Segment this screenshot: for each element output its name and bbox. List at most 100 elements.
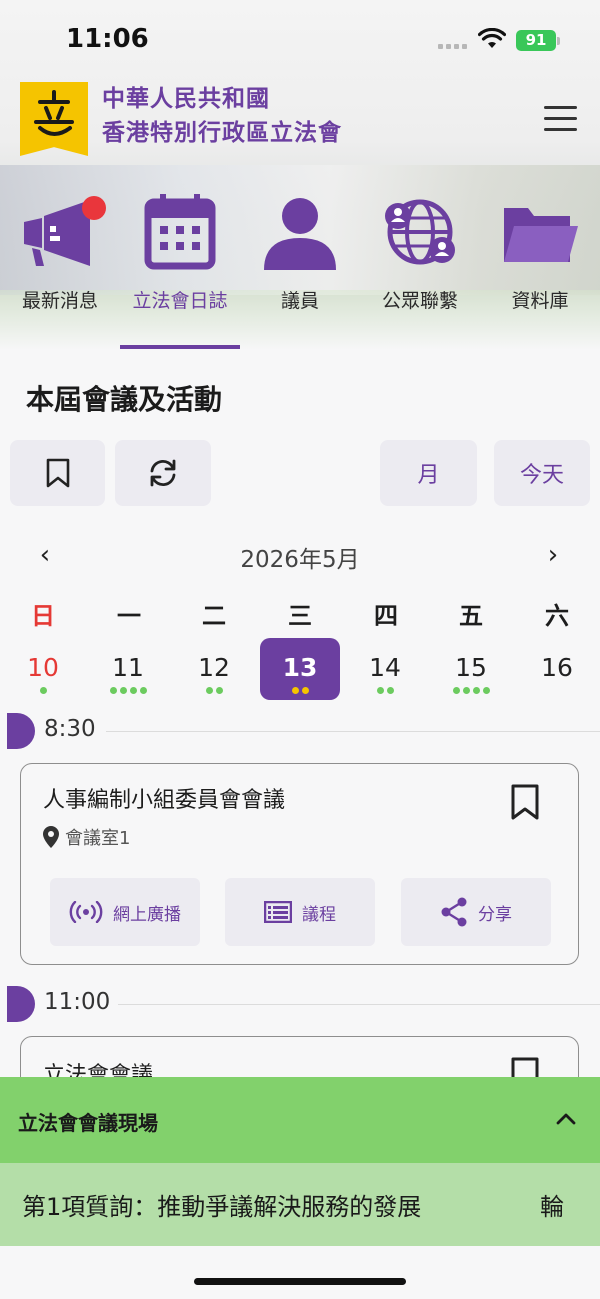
org-title-line1: 中華人民共和國 xyxy=(102,86,270,112)
weekday-sat: 六 xyxy=(545,602,569,630)
share-icon xyxy=(441,897,467,927)
broadcast-button[interactable]: 網上廣播 xyxy=(50,878,200,946)
nav-label-diary: 立法會日誌 xyxy=(132,290,228,312)
month-view-button[interactable]: 月 xyxy=(380,440,477,506)
agenda-button[interactable]: 議程 xyxy=(225,878,375,946)
today-button[interactable]: 今天 xyxy=(494,440,590,506)
broadcast-label: 網上廣播 xyxy=(113,904,181,925)
bookmark-icon[interactable] xyxy=(510,784,540,820)
org-title: 中華人民共和國 香港特別行政區立法會 xyxy=(102,82,342,150)
battery-tip xyxy=(557,37,560,45)
chevron-up-icon[interactable] xyxy=(552,1105,580,1133)
calendar-day[interactable]: 16 xyxy=(517,638,597,700)
ticker-next-text: 輪 xyxy=(540,1193,564,1221)
refresh-button[interactable] xyxy=(115,440,211,506)
status-time: 11:06 xyxy=(66,24,149,54)
event-card[interactable]: 人事編制小組委員會會議 會議室1 網上廣播 議程 分享 xyxy=(20,763,579,965)
nav-item-public[interactable]: 公眾聯繫 xyxy=(360,190,480,350)
event-venue: 會議室1 xyxy=(43,824,130,850)
share-button[interactable]: 分享 xyxy=(401,878,551,946)
calendar-day-number: 15 xyxy=(455,653,487,682)
weekday-sun: 日 xyxy=(31,602,55,630)
bookmark-icon xyxy=(46,458,69,488)
event-dot xyxy=(215,687,223,694)
event-dot xyxy=(291,687,299,694)
event-dots xyxy=(88,687,168,694)
home-indicator[interactable] xyxy=(194,1278,406,1285)
nav-label-news: 最新消息 xyxy=(21,290,98,312)
event-dot xyxy=(301,687,309,694)
event-dots xyxy=(174,687,254,694)
notification-dot xyxy=(82,196,106,220)
event-title: 人事編制小組委員會會議 xyxy=(43,788,286,813)
active-tab-indicator xyxy=(120,345,240,349)
list-icon xyxy=(264,901,292,923)
wifi-icon xyxy=(478,28,506,48)
weekday-mon: 一 xyxy=(117,602,141,630)
event-dot xyxy=(376,687,384,694)
hamburger-menu-icon[interactable] xyxy=(544,106,580,132)
app-header: 中華人民共和國 香港特別行政區立法會 xyxy=(0,80,600,160)
event-venue-text: 會議室1 xyxy=(65,828,131,849)
calendar-day[interactable]: 14 xyxy=(345,638,425,700)
status-bar: 11:06 91 xyxy=(0,0,600,80)
page-title: 本屆會議及活動 xyxy=(26,383,223,416)
weekday-wed: 三 xyxy=(288,602,312,630)
timeline-marker xyxy=(7,986,35,1022)
legco-logo xyxy=(20,82,88,156)
globe-people-icon xyxy=(385,199,455,265)
calendar-day[interactable]: 10 xyxy=(3,638,83,700)
live-meeting-bar[interactable]: 立法會會議現場 xyxy=(0,1077,600,1163)
nav-item-diary[interactable]: 立法會日誌 xyxy=(120,190,240,350)
event-dot xyxy=(386,687,394,694)
agenda-label: 議程 xyxy=(302,904,336,925)
event-dot xyxy=(39,687,47,694)
month-label: 2026年5月 xyxy=(240,547,360,573)
calendar-day-number: 14 xyxy=(369,653,401,682)
cellular-signal-icon xyxy=(438,44,467,49)
person-icon xyxy=(264,198,336,270)
calendar-day-number: 16 xyxy=(541,653,573,682)
nav-item-library[interactable]: 資料庫 xyxy=(480,190,600,350)
calendar-day[interactable]: 11 xyxy=(88,638,168,700)
nav-label-library: 資料庫 xyxy=(511,290,569,312)
refresh-icon xyxy=(150,459,176,487)
calendar-icon xyxy=(144,194,216,270)
event-dots xyxy=(3,687,83,694)
battery-level: 91 xyxy=(525,31,547,49)
nav-item-members[interactable]: 議員 xyxy=(240,190,360,350)
main-nav: 最新消息 立法會日誌 議員 公眾聯繫 資料庫 xyxy=(0,190,600,350)
calendar-day[interactable]: 12 xyxy=(174,638,254,700)
nav-item-news[interactable]: 最新消息 xyxy=(0,190,120,350)
calendar-day[interactable]: 13 xyxy=(260,638,340,700)
event-dot xyxy=(119,687,127,694)
event-dots xyxy=(260,687,340,694)
event-dot xyxy=(205,687,213,694)
next-month-chevron-icon[interactable]: › xyxy=(538,540,568,570)
timeline-divider xyxy=(106,731,600,732)
event-time: 11:00 xyxy=(44,989,111,1015)
nav-label-members: 議員 xyxy=(280,290,319,312)
battery-icon: 91 xyxy=(516,30,556,51)
weekday-fri: 五 xyxy=(459,602,483,630)
calendar-day[interactable]: 15 xyxy=(431,638,511,700)
event-dot xyxy=(129,687,137,694)
timeline-divider xyxy=(118,1004,600,1005)
calendar-day-number: 10 xyxy=(27,653,59,682)
event-dot xyxy=(139,687,147,694)
live-ticker[interactable]: 第1項質詢：推動爭議解決服務的發展 輪 xyxy=(0,1163,600,1246)
calendar-day-number: 11 xyxy=(112,653,144,682)
share-label: 分享 xyxy=(478,904,512,925)
weekday-thu: 四 xyxy=(374,602,398,630)
calendar-day-number: 12 xyxy=(198,653,230,682)
ticker-text: 第1項質詢：推動爭議解決服務的發展 xyxy=(22,1193,422,1221)
live-title: 立法會會議現場 xyxy=(18,1111,158,1135)
bookmark-filter-button[interactable] xyxy=(10,440,105,506)
timeline-marker xyxy=(7,713,35,749)
event-dot xyxy=(472,687,480,694)
location-pin-icon xyxy=(43,826,59,848)
event-dot xyxy=(452,687,460,694)
org-title-line2: 香港特別行政區立法會 xyxy=(102,120,342,146)
bottom-safe-area xyxy=(0,1246,600,1299)
event-dot xyxy=(482,687,490,694)
